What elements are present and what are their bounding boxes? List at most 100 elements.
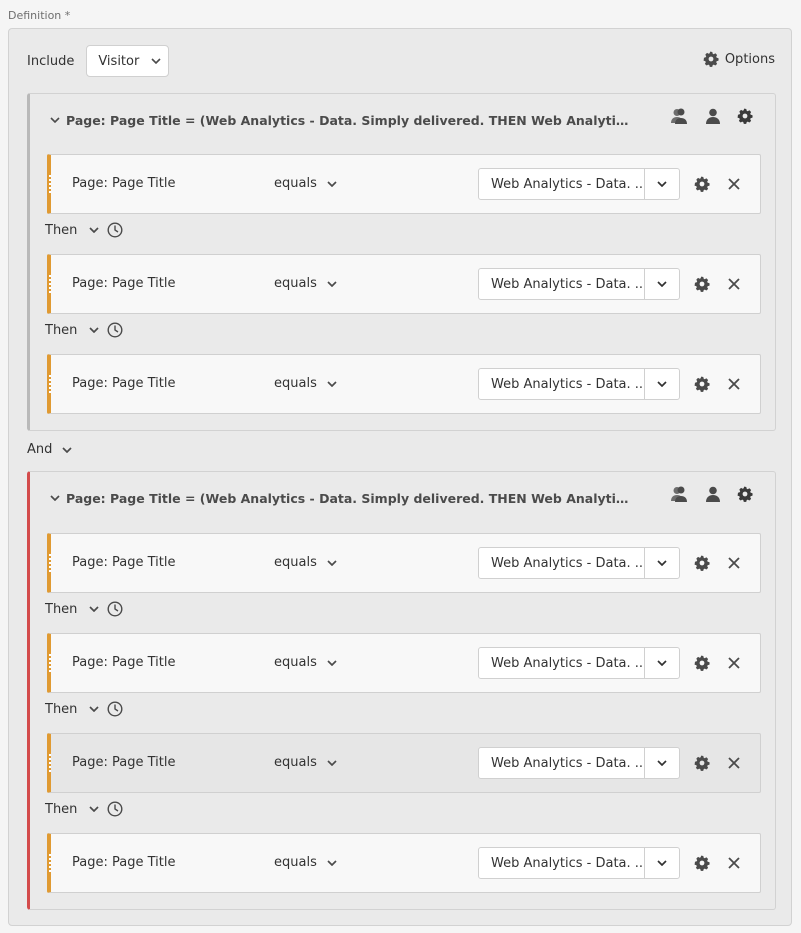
visit-scope-icon[interactable]: [671, 486, 689, 502]
operator-dropdown[interactable]: equals: [274, 176, 337, 191]
drag-handle[interactable]: [49, 754, 51, 772]
collapse-chevron-icon[interactable]: [50, 117, 60, 123]
value-text[interactable]: Web Analytics - Data. ...: [479, 177, 644, 192]
then-dropdown[interactable]: [89, 606, 100, 612]
then-label: Then: [45, 322, 78, 338]
remove-rule-icon[interactable]: [727, 177, 741, 191]
remove-rule-icon[interactable]: [727, 756, 741, 770]
value-dropdown-button[interactable]: [644, 748, 679, 778]
collapse-chevron[interactable]: [50, 495, 60, 501]
operator-dropdown[interactable]: equals: [274, 855, 337, 870]
chevron-down-icon: [657, 560, 667, 566]
drag-handle[interactable]: [49, 654, 51, 672]
value-dropdown-button[interactable]: [644, 548, 679, 578]
clock-icon[interactable]: [107, 601, 123, 617]
value-dropdown-button[interactable]: [644, 648, 679, 678]
rule-dimension: Page: Page Title: [72, 276, 176, 291]
value-text[interactable]: Web Analytics - Data. ...: [479, 377, 644, 392]
include-scope-value: Visitor: [98, 53, 140, 69]
rule-row[interactable]: Page: Page Title equals Web Analytics - …: [47, 733, 761, 793]
then-dropdown[interactable]: [89, 327, 100, 333]
then-dropdown[interactable]: [89, 227, 100, 233]
value-combobox[interactable]: Web Analytics - Data. ...: [478, 647, 680, 679]
value-combobox[interactable]: Web Analytics - Data. ...: [478, 168, 680, 200]
then-connector: Then: [45, 701, 123, 717]
operator-dropdown[interactable]: equals: [274, 755, 337, 770]
operator-value: equals: [274, 855, 317, 870]
remove-rule-icon[interactable]: [727, 377, 741, 391]
rule-row[interactable]: Page: Page Title equals Web Analytics - …: [47, 633, 761, 693]
rule-gear-icon[interactable]: [694, 376, 710, 392]
value-text[interactable]: Web Analytics - Data. ...: [479, 756, 644, 771]
operator-value: equals: [274, 555, 317, 570]
rule-gear-icon[interactable]: [694, 755, 710, 771]
clock-icon[interactable]: [107, 701, 123, 717]
rule-dimension: Page: Page Title: [72, 555, 176, 570]
visitor-scope-icon[interactable]: [705, 486, 721, 502]
drag-handle[interactable]: [49, 175, 51, 193]
value-combobox[interactable]: Web Analytics - Data. ...: [478, 747, 680, 779]
remove-rule-icon[interactable]: [727, 556, 741, 570]
rule-row[interactable]: Page: Page Title equals Web Analytics - …: [47, 833, 761, 893]
rule-row[interactable]: Page: Page Title equals Web Analytics - …: [47, 533, 761, 593]
rule-row[interactable]: Page: Page Title equals Web Analytics - …: [47, 254, 761, 314]
rule-gear-icon[interactable]: [694, 655, 710, 671]
drag-handle[interactable]: [49, 554, 51, 572]
value-combobox[interactable]: Web Analytics - Data. ...: [478, 368, 680, 400]
required-marker: *: [64, 9, 71, 22]
rule-gear-icon[interactable]: [694, 276, 710, 292]
drag-handle[interactable]: [49, 854, 51, 872]
value-dropdown-button[interactable]: [644, 269, 679, 299]
remove-rule-icon[interactable]: [727, 656, 741, 670]
chevron-down-icon: [657, 181, 667, 187]
chevron-down-icon: [89, 327, 100, 333]
operator-dropdown[interactable]: equals: [274, 276, 337, 291]
chevron-down-icon: [657, 381, 667, 387]
chevron-down-icon: [327, 180, 337, 187]
operator-dropdown[interactable]: equals: [274, 376, 337, 391]
drag-handle[interactable]: [49, 375, 51, 393]
include-scope-dropdown[interactable]: Visitor: [86, 45, 170, 77]
container-gear-icon[interactable]: [737, 486, 753, 502]
value-text[interactable]: Web Analytics - Data. ...: [479, 856, 644, 871]
chevron-down-icon: [657, 281, 667, 287]
chevron-down-icon: [657, 760, 667, 766]
then-dropdown[interactable]: [89, 706, 100, 712]
value-combobox[interactable]: Web Analytics - Data. ...: [478, 268, 680, 300]
clock-icon[interactable]: [107, 801, 123, 817]
visit-scope-icon[interactable]: [671, 108, 689, 124]
value-text[interactable]: Web Analytics - Data. ...: [479, 277, 644, 292]
rule-gear-icon[interactable]: [694, 555, 710, 571]
visitor-scope-icon[interactable]: [705, 108, 721, 124]
container-gear-icon[interactable]: [737, 108, 753, 124]
value-combobox[interactable]: Web Analytics - Data. ...: [478, 847, 680, 879]
chevron-down-icon: [89, 606, 100, 612]
then-dropdown[interactable]: [89, 806, 100, 812]
rule-gear-icon[interactable]: [694, 855, 710, 871]
clock-icon[interactable]: [107, 222, 123, 238]
remove-rule-icon[interactable]: [727, 856, 741, 870]
value-combobox[interactable]: Web Analytics - Data. ...: [478, 547, 680, 579]
logic-connector-dropdown[interactable]: And: [27, 442, 72, 457]
options-button[interactable]: Options: [703, 51, 775, 67]
container-title: Page: Page Title = (Web Analytics - Data…: [66, 112, 632, 128]
operator-dropdown[interactable]: equals: [274, 555, 337, 570]
value-dropdown-button[interactable]: [644, 369, 679, 399]
connector-label: And: [27, 442, 53, 457]
value-dropdown-button[interactable]: [644, 848, 679, 878]
drag-handle[interactable]: [49, 275, 51, 293]
operator-dropdown[interactable]: equals: [274, 655, 337, 670]
value-text[interactable]: Web Analytics - Data. ...: [479, 556, 644, 571]
rule-gear-icon[interactable]: [694, 176, 710, 192]
operator-value: equals: [274, 755, 317, 770]
value-text[interactable]: Web Analytics - Data. ...: [479, 656, 644, 671]
then-connector: Then: [45, 222, 123, 238]
rule-row[interactable]: Page: Page Title equals Web Analytics - …: [47, 354, 761, 414]
rule-dimension: Page: Page Title: [72, 855, 176, 870]
then-connector: Then: [45, 601, 123, 617]
value-dropdown-button[interactable]: [644, 169, 679, 199]
rule-row[interactable]: Page: Page Title equals Web Analytics - …: [47, 154, 761, 214]
options-label: Options: [724, 51, 775, 67]
clock-icon[interactable]: [107, 322, 123, 338]
remove-rule-icon[interactable]: [727, 277, 741, 291]
